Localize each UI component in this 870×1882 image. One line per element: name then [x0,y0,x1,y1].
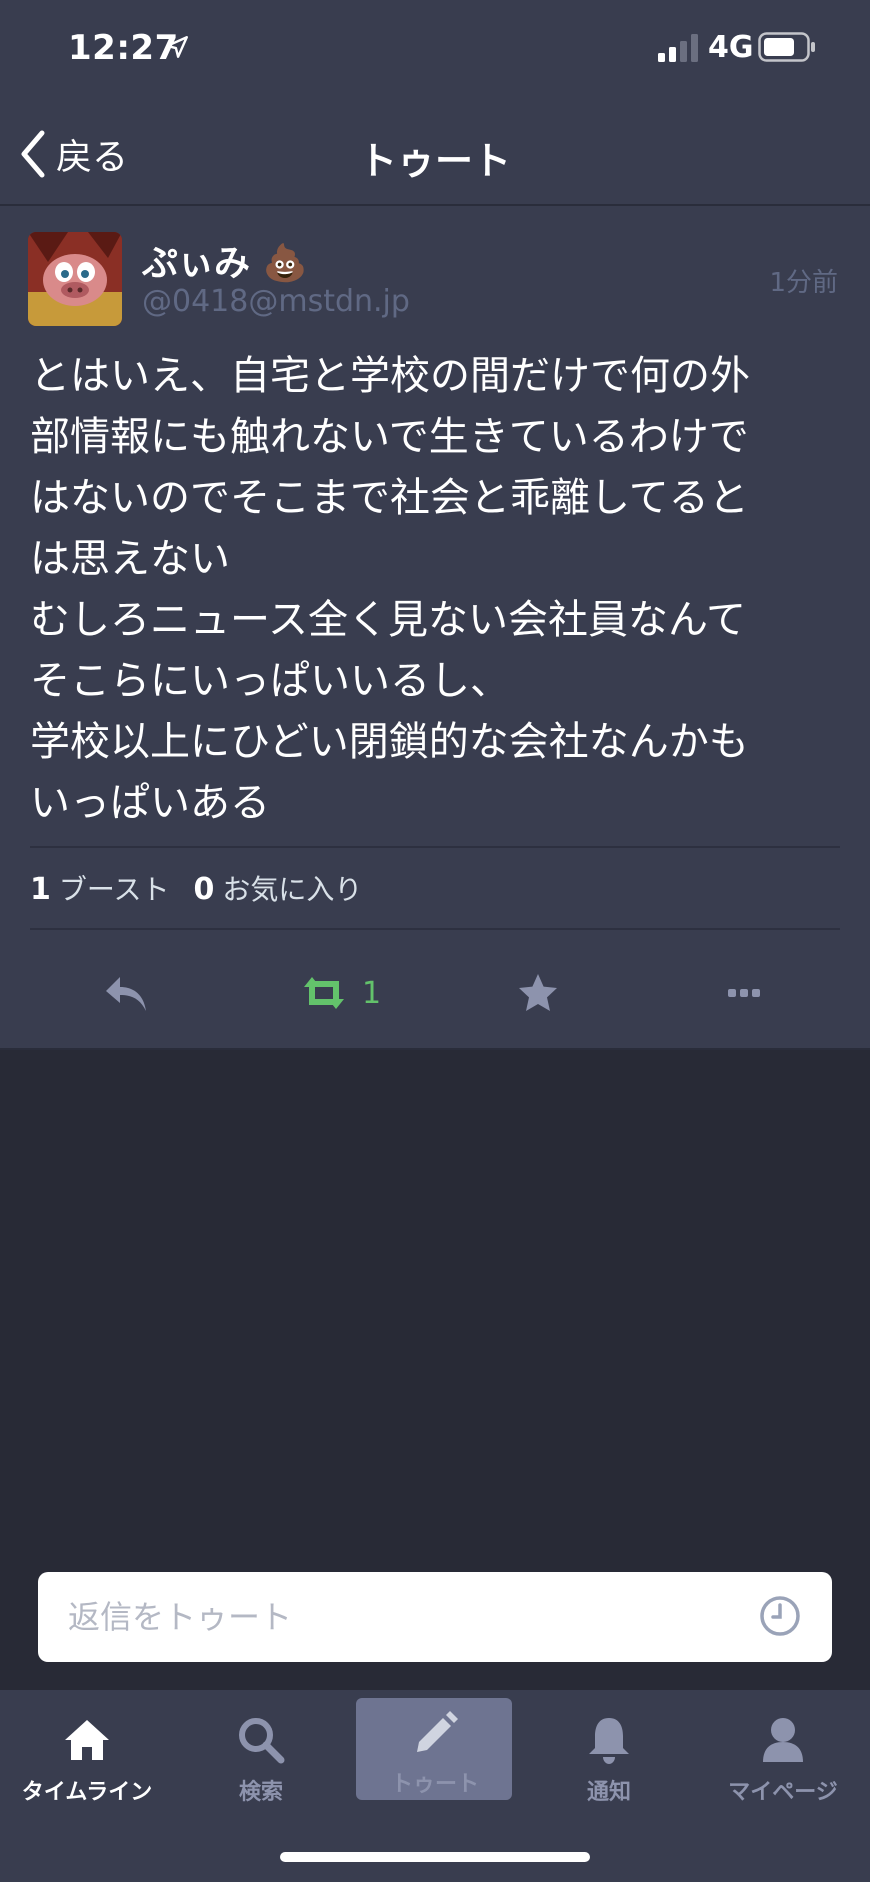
status-bar: 12:27 4G [0,0,870,100]
toot-timestamp: 1分前 [769,268,838,298]
favourite-label[interactable]: お気に入り [222,868,362,908]
pencil-icon [417,1711,458,1752]
home-indicator [280,1852,590,1862]
display-name[interactable]: ぷぃみ 💩 [142,234,307,286]
tab-label: タイムライン [21,1780,153,1805]
tab-my-page[interactable]: マイページ [696,1690,870,1820]
status-time: 12:27 [68,28,179,68]
boost-button[interactable]: 1 [300,968,381,1018]
tab-timeline[interactable]: タイムライン [0,1690,174,1820]
account-handle[interactable]: @0418@mstdn.jp [142,284,410,319]
boost-label[interactable]: ブースト [59,868,170,908]
tab-search[interactable]: 検索 [174,1690,348,1820]
retweet-icon [304,977,344,1009]
reply-icon [106,977,146,1011]
more-button[interactable] [726,968,762,1018]
user-icon [763,1718,803,1762]
divider [30,846,840,848]
search-icon [239,1718,285,1764]
tab-toot[interactable]: トゥート [348,1690,522,1820]
tab-label: トゥート [390,1772,479,1797]
reply-button[interactable] [102,968,150,1018]
bell-icon [589,1718,629,1764]
tab-label: 通知 [586,1780,631,1805]
battery-icon [758,32,815,62]
tab-label: 検索 [238,1780,283,1805]
navigation-bar: 戻る トゥート [0,100,870,206]
tab-label: マイページ [728,1780,838,1805]
tab-bar: タイムライン 検索 トゥート 通知 マイページ [0,1690,870,1882]
clock-icon[interactable] [758,1594,802,1638]
network-label: 4G [708,30,754,65]
avatar-image [28,232,122,326]
avatar[interactable] [28,232,122,326]
divider [30,928,840,930]
reply-input[interactable] [68,1572,748,1662]
toot-actions: 1 [0,948,870,1038]
star-icon [519,974,557,1011]
ellipsis-icon [728,989,760,997]
toot-card: ぷぃみ 💩 @0418@mstdn.jp 1分前 とはいえ、自宅と学校の間だけで… [0,206,870,1050]
favourite-count: 0 [193,872,215,907]
signal-icon [658,34,698,62]
boost-action-count: 1 [362,975,382,1011]
page-title: トゥート [358,139,511,183]
reply-box [38,1572,832,1662]
tab-notifications[interactable]: 通知 [522,1690,696,1820]
location-arrow-icon [166,36,188,58]
home-icon [65,1720,109,1760]
toot-content: とはいえ、自宅と学校の間だけで何の外 部情報にも触れないで生きているわけで はな… [30,353,750,826]
toot-stats: 1 ブースト 0 お気に入り [30,868,386,908]
favourite-button[interactable] [516,968,560,1018]
boost-count: 1 [30,872,51,907]
